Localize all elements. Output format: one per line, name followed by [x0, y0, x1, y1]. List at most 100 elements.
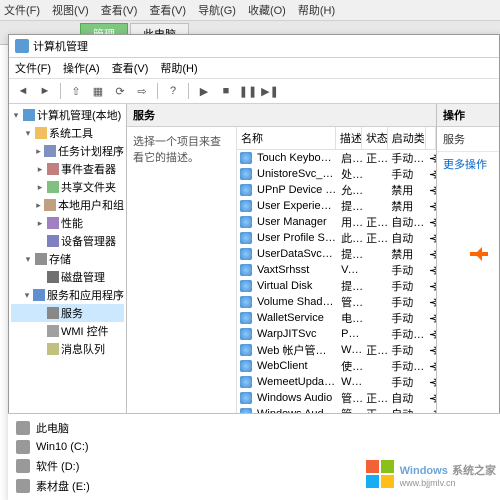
tree-item[interactable]: ▸ 本地用户和组	[11, 196, 124, 214]
separator	[60, 83, 61, 99]
service-ext: ⊰	[427, 280, 436, 293]
service-row[interactable]: UnistoreSvc_3bbc3处理...手动⊰	[237, 166, 436, 182]
mmc-menu-item[interactable]: 操作(A)	[63, 60, 100, 76]
service-startup: 手动	[389, 310, 426, 326]
drive-item[interactable]: Win10 (C:)	[8, 438, 500, 456]
drive-label: 此电脑	[36, 420, 69, 436]
tree-item[interactable]: ▾系统工具	[11, 124, 124, 142]
service-row[interactable]: Virtual Disk提供...手动⊰	[237, 278, 436, 294]
service-ext: ⊰	[427, 216, 436, 229]
service-row[interactable]: User Profile Service此服...正在...自动⊰	[237, 230, 436, 246]
service-row[interactable]: Web 帐户管理器Web...正在...手动⊰	[237, 342, 436, 358]
drive-item[interactable]: 此电脑	[8, 418, 500, 438]
expand-icon[interactable]: ▾	[23, 254, 33, 265]
service-desc: 提供...	[339, 278, 364, 294]
service-row[interactable]: Volume Shadow Copy管理...手动⊰	[237, 294, 436, 310]
tree-item[interactable]: 服务	[11, 304, 124, 322]
back-button[interactable]: ◄	[13, 81, 33, 101]
up-button[interactable]: ⇧	[66, 81, 86, 101]
pause-button[interactable]: ❚❚	[238, 81, 258, 101]
outer-menu-item[interactable]: 收藏(O)	[248, 2, 286, 18]
service-name: WarpJITSvc	[255, 328, 339, 340]
watermark-sub: 系统之家	[452, 465, 496, 477]
outer-menu-item[interactable]: 视图(V)	[52, 2, 89, 18]
service-row[interactable]: User Experience Virtualiz...提供...禁用⊰	[237, 198, 436, 214]
expand-icon[interactable]: ▸	[35, 146, 42, 157]
outer-menu-item[interactable]: 导航(G)	[198, 2, 236, 18]
tree-item[interactable]: ▸事件查看器	[11, 160, 124, 178]
expand-icon[interactable]: ▾	[11, 110, 21, 121]
column-header[interactable]: 状态	[362, 127, 388, 149]
export-button[interactable]: ⇨	[132, 81, 152, 101]
refresh-button[interactable]: ⟳	[110, 81, 130, 101]
column-header[interactable]: 描述	[336, 127, 362, 149]
forward-button[interactable]: ►	[35, 81, 55, 101]
service-row[interactable]: WebClient使基...手动(触发...⊰	[237, 358, 436, 374]
outer-menu-item[interactable]: 文件(F)	[4, 2, 40, 18]
service-row[interactable]: Touch Keyboard and Ha...启用...正在...手动(触发.…	[237, 150, 436, 166]
tree-item[interactable]: ▸任务计划程序	[11, 142, 124, 160]
service-ext: ⊰	[427, 392, 436, 405]
service-name: Touch Keyboard and Ha...	[255, 152, 339, 164]
drive-icon	[16, 421, 30, 435]
stop-button[interactable]: ■	[216, 81, 236, 101]
play-button[interactable]: ▶	[194, 81, 214, 101]
service-desc: 管理...	[339, 390, 364, 406]
service-desc: 此服...	[339, 230, 364, 246]
expand-icon[interactable]: ▸	[35, 200, 42, 211]
list-header[interactable]: 名称描述状态启动类型	[237, 127, 436, 150]
tree-item[interactable]: ▸ 共享文件夹	[11, 178, 124, 196]
expand-icon[interactable]: ▾	[23, 128, 33, 139]
outer-menu-item[interactable]: 查看(V)	[101, 2, 138, 18]
service-row[interactable]: User Manager用户...正在...自动(触发...⊰	[237, 214, 436, 230]
tree-item[interactable]: ▸性能	[11, 214, 124, 232]
service-status: 正在...	[364, 214, 389, 230]
service-startup: 手动	[389, 278, 426, 294]
expand-icon[interactable]: ▸	[35, 218, 45, 229]
service-ext: ⊰	[427, 168, 436, 181]
service-row[interactable]: VaxtSrhsstVaxt...手动⊰	[237, 262, 436, 278]
expand-icon[interactable]: ▸	[35, 182, 45, 193]
tree-item[interactable]: WMI 控件	[11, 322, 124, 340]
restart-button[interactable]: ▶❚	[260, 81, 280, 101]
help-button[interactable]: ?	[163, 81, 183, 101]
mmc-menu-item[interactable]: 查看(V)	[112, 60, 149, 76]
tree-item[interactable]: 磁盘管理	[11, 268, 124, 286]
tree-label: 共享文件夹	[61, 179, 116, 195]
center-header: 服务	[127, 104, 436, 127]
tree-label: 消息队列	[61, 341, 105, 357]
service-icon	[240, 328, 252, 340]
service-name: UPnP Device Host	[255, 184, 339, 196]
mmc-menu-item[interactable]: 文件(F)	[15, 60, 51, 76]
tree-label: 本地用户和组	[58, 197, 124, 213]
annotation-arrow	[468, 247, 496, 261]
column-header[interactable]: 名称	[237, 127, 336, 149]
outer-menu-item[interactable]: 帮助(H)	[298, 2, 335, 18]
tree-item[interactable]: 设备管理器	[11, 232, 124, 250]
column-header[interactable]	[426, 127, 436, 149]
service-row[interactable]: Windows Audio管理...正在...自动⊰	[237, 390, 436, 406]
tree-label: WMI 控件	[61, 323, 109, 339]
service-name: WebClient	[255, 360, 339, 372]
tree-item[interactable]: ▾计算机管理(本地)	[11, 106, 124, 124]
expand-icon[interactable]: ▸	[35, 164, 45, 175]
grid-icon[interactable]: ▦	[88, 81, 108, 101]
actions-more[interactable]: 更多操作	[437, 152, 499, 176]
wmi-icon	[47, 325, 59, 337]
service-row[interactable]: UPnP Device Host允许...禁用⊰	[237, 182, 436, 198]
service-row[interactable]: UserDataSvc_3bbc3提供...禁用⊰	[237, 246, 436, 262]
tree-item[interactable]: ▾存储	[11, 250, 124, 268]
service-row[interactable]: WemeetUpdateSvcWe...手动⊰	[237, 374, 436, 390]
column-header[interactable]: 启动类型	[388, 127, 426, 149]
service-ext: ⊰	[427, 344, 436, 357]
tree-item[interactable]: ▾服务和应用程序	[11, 286, 124, 304]
outer-menu-item[interactable]: 查看(V)	[149, 2, 186, 18]
evt-icon	[47, 163, 59, 175]
service-name: Web 帐户管理器	[255, 342, 339, 358]
mmc-menu-item[interactable]: 帮助(H)	[160, 60, 197, 76]
app-icon	[15, 39, 29, 53]
service-row[interactable]: WalletService电子...手动⊰	[237, 310, 436, 326]
expand-icon[interactable]: ▾	[23, 290, 31, 301]
tree-item[interactable]: 消息队列	[11, 340, 124, 358]
service-row[interactable]: WarpJITSvcProv...手动(触发...⊰	[237, 326, 436, 342]
